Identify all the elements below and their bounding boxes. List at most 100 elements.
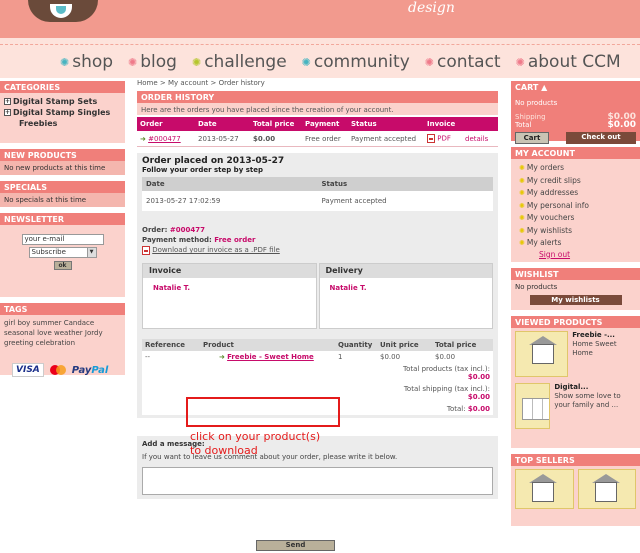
left-sidebar: CATEGORIES + Digital Stamp Sets + Digital …: [0, 81, 125, 387]
order-link[interactable]: #000477: [148, 135, 181, 143]
col-status: Status: [348, 117, 424, 131]
col-invoice: Invoice: [424, 117, 498, 131]
tag-link[interactable]: celebration: [36, 339, 75, 347]
tag-link[interactable]: Candace: [64, 319, 95, 327]
product-thumbnail[interactable]: [515, 382, 551, 429]
specials-title: SPECIALS: [0, 181, 125, 193]
table-row[interactable]: ➜ #000477 2013-05-27 $0.00 Free order Pa…: [137, 131, 498, 147]
newsletter-block: NEWSLETTER your e-mail Subscribe ▼ ok: [0, 213, 125, 297]
col-date: Date: [195, 117, 250, 131]
wishlist-empty-text: No products: [515, 282, 558, 291]
col-total: Total price: [250, 117, 302, 131]
send-button[interactable]: Send: [256, 540, 335, 551]
cart-title[interactable]: CART ▲: [511, 81, 640, 93]
wishlist-title: WISHLIST: [511, 267, 640, 280]
newsletter-ok-button[interactable]: ok: [53, 261, 72, 270]
cart-button[interactable]: Cart: [515, 132, 549, 144]
tag-link[interactable]: boy: [17, 319, 30, 327]
tag-link[interactable]: weather: [54, 329, 83, 337]
breadcrumb[interactable]: Home > My account > Order history: [137, 79, 498, 91]
nav-shop[interactable]: ✺ shop: [60, 52, 113, 72]
star-icon: ✺: [519, 226, 525, 235]
new-products-block: NEW PRODUCTS No new products at this tim…: [0, 149, 125, 175]
category-item[interactable]: + Digital Stamp Singles: [4, 107, 121, 118]
follow-text: Follow your order step by step: [142, 166, 263, 174]
expand-icon[interactable]: +: [4, 98, 11, 105]
page-title: ORDER HISTORY: [137, 91, 498, 103]
top-sellers-block: TOP SELLERS: [511, 453, 640, 526]
star-icon: ✺: [191, 55, 202, 69]
mastercard-logo: [49, 365, 66, 375]
nav-about[interactable]: ✺ about CCM: [516, 52, 621, 72]
pdf-icon: [142, 245, 150, 255]
star-icon: ✺: [519, 189, 525, 197]
categories-block: CATEGORIES + Digital Stamp Sets + Digital …: [0, 81, 125, 143]
specials-text: No specials at this time: [0, 193, 125, 207]
top-sellers-title: TOP SELLERS: [511, 453, 640, 466]
chevron-up-icon: ▲: [541, 83, 548, 92]
account-block: MY ACCOUNT ✺ My orders ✺ My credit slips ✺…: [511, 147, 640, 262]
star-icon: ✺: [515, 55, 525, 69]
nav-community[interactable]: ✺ community: [302, 52, 410, 72]
download-icon: ➜: [219, 353, 228, 361]
account-link-orders[interactable]: ✺ My orders: [519, 162, 636, 175]
chevron-down-icon: ▼: [86, 248, 96, 257]
pdf-icon[interactable]: [427, 134, 435, 143]
expand-icon[interactable]: +: [4, 109, 11, 116]
account-link-wishlists[interactable]: ✺ My wishlists: [519, 225, 636, 238]
account-link-vouchers[interactable]: ✺ My vouchers: [519, 212, 636, 225]
category-item[interactable]: + Digital Stamp Sets: [4, 96, 121, 107]
star-icon: ✺: [519, 164, 525, 172]
product-thumbnail[interactable]: [515, 330, 569, 377]
tag-link[interactable]: seasonal: [4, 329, 35, 337]
product-thumbnail[interactable]: [577, 468, 636, 509]
tag-link[interactable]: love: [37, 329, 52, 337]
product-download-link[interactable]: Freebie - Sweet Home: [227, 353, 314, 361]
cart-block: CART ▲ No products Shipping $0.00 Total $0…: [511, 81, 640, 144]
page-intro: Here are the orders you have placed sinc…: [137, 103, 498, 115]
arrow-icon: ➜: [140, 134, 149, 143]
highlight-box: [186, 397, 340, 427]
nav-blog[interactable]: ✺ blog: [128, 52, 177, 72]
tag-link[interactable]: greeting: [4, 339, 33, 347]
order-placed-heading: Order placed on 2013-05-27: [142, 156, 285, 166]
header-stitch: [0, 44, 640, 45]
nav-contact[interactable]: ✺ contact: [425, 52, 501, 72]
star-icon: ✺: [424, 55, 434, 69]
product-thumbnail[interactable]: [515, 468, 574, 509]
nav-challenge[interactable]: ✺ challenge: [192, 52, 287, 72]
download-invoice-link[interactable]: Download your invoice as a .PDF file: [152, 246, 280, 254]
wishlist-block: WISHLIST No products My wishlists: [511, 267, 640, 310]
star-icon: ✺: [519, 239, 525, 247]
new-products-title: NEW PRODUCTS: [0, 149, 125, 161]
account-link-alerts[interactable]: ✺ My alerts: [519, 237, 636, 250]
newsletter-email-input[interactable]: your e-mail: [21, 234, 104, 245]
order-detail: Order placed on 2013-05-27 Follow your o…: [137, 153, 498, 418]
annotation-text: click on your product(s) to download: [190, 430, 321, 457]
tag-link[interactable]: Jordy: [85, 329, 103, 337]
newsletter-select[interactable]: Subscribe ▼: [28, 247, 97, 258]
tag-link[interactable]: summer: [33, 319, 62, 327]
viewed-product[interactable]: Freebie -... Home Sweet Home: [515, 330, 636, 377]
specials-block: SPECIALS No specials at this time: [0, 181, 125, 207]
categories-title: CATEGORIES: [0, 81, 125, 93]
account-link-addresses[interactable]: ✺ My addresses: [519, 187, 636, 200]
message-textarea[interactable]: [142, 467, 493, 495]
checkout-button[interactable]: Check out: [566, 132, 636, 144]
account-link-credit-slips[interactable]: ✺ My credit slips: [519, 175, 636, 188]
star-icon: ✺: [519, 214, 525, 222]
my-wishlists-button[interactable]: My wishlists: [529, 294, 622, 305]
payment-logos: VISA PayPal: [0, 353, 125, 387]
paypal-logo: PayPal: [71, 364, 109, 376]
star-icon: ✺: [60, 55, 70, 69]
tag-link[interactable]: girl: [4, 319, 15, 327]
signout-link[interactable]: Sign out: [539, 250, 636, 259]
details-link[interactable]: details: [465, 135, 488, 143]
newsletter-title: NEWSLETTER: [0, 213, 125, 225]
table-row: 2013-05-27 17:02:59 Payment accepted: [142, 191, 493, 211]
account-link-personal-info[interactable]: ✺ My personal info: [519, 200, 636, 213]
star-icon: ✺: [519, 176, 525, 185]
pdf-link[interactable]: PDF: [437, 135, 451, 143]
category-item[interactable]: Freebies: [4, 118, 121, 129]
viewed-product[interactable]: Digital... Show some love to your family …: [515, 382, 636, 429]
